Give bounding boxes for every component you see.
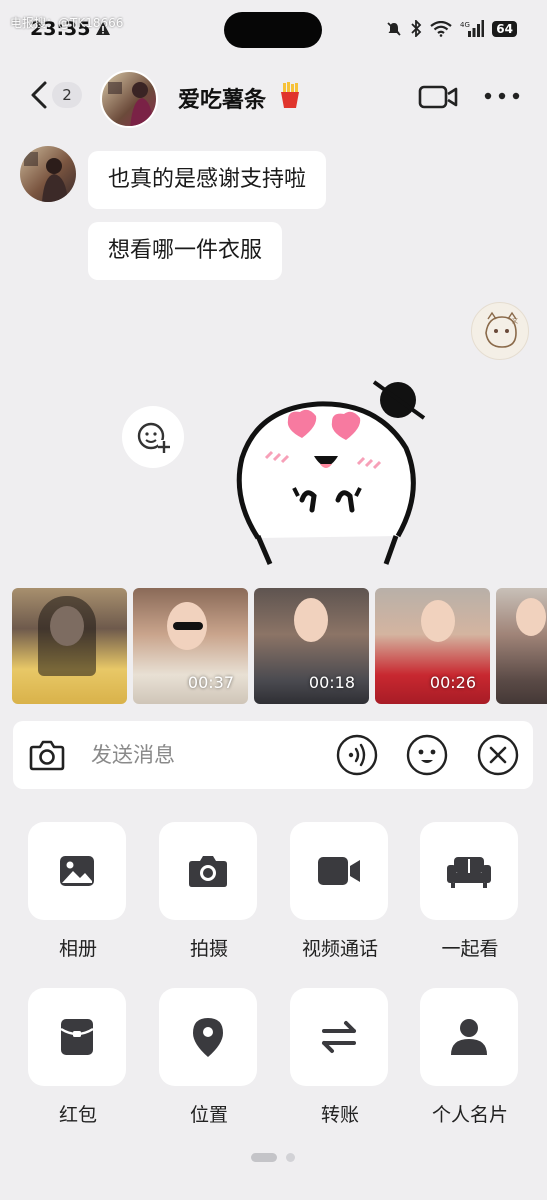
warning-icon: [96, 22, 110, 35]
video-thumbnail[interactable]: [12, 588, 127, 704]
panel-tile[interactable]: [159, 988, 257, 1086]
panel-item-video-call[interactable]: 视频通话: [290, 822, 390, 961]
photo-album-icon: [60, 856, 94, 886]
chat-header: 2 爱吃薯条: [0, 66, 547, 128]
back-arrow-icon[interactable]: [28, 80, 50, 110]
unread-count-badge[interactable]: 2: [52, 82, 82, 108]
cellular-signal-icon: 4G: [460, 20, 485, 37]
person-card-icon: [451, 1019, 487, 1055]
panel-tile[interactable]: [28, 988, 126, 1086]
panel-tile[interactable]: [28, 822, 126, 920]
message-input[interactable]: [91, 733, 321, 777]
panel-tile[interactable]: [159, 822, 257, 920]
sofa-icon: [447, 857, 491, 888]
panel-label: 相册: [58, 938, 97, 960]
status-icons: 4G 64: [386, 20, 517, 37]
panel-label: 拍摄: [189, 938, 228, 960]
panel-label: 红包: [58, 1104, 97, 1126]
message-sender-avatar[interactable]: [20, 146, 76, 202]
page-indicator-active[interactable]: [251, 1153, 277, 1162]
page-indicator-dot[interactable]: [286, 1153, 295, 1162]
transfer-icon: [322, 1021, 356, 1053]
panel-item-contact-card[interactable]: 个人名片: [420, 988, 520, 1127]
panel-item-location[interactable]: 位置: [159, 988, 259, 1127]
fries-icon: [281, 82, 299, 108]
video-thumbnail[interactable]: [496, 588, 547, 704]
panel-tile[interactable]: [420, 822, 518, 920]
message-bubble[interactable]: 也真的是感谢支持啦: [88, 151, 327, 209]
mute-bell-icon: [387, 21, 401, 36]
dynamic-island: [224, 12, 322, 48]
panel-tile[interactable]: [420, 988, 518, 1086]
contact-avatar[interactable]: [100, 70, 158, 128]
message-bubble[interactable]: 想看哪一件衣服: [88, 222, 283, 280]
panel-item-album[interactable]: 相册: [28, 822, 128, 961]
emoji-icon[interactable]: [405, 733, 449, 777]
video-thumbnail[interactable]: 00:26: [375, 588, 490, 704]
add-sticker-icon: [137, 422, 170, 453]
panel-tile[interactable]: [290, 822, 388, 920]
video-call-icon: [318, 857, 360, 885]
more-options-icon[interactable]: [484, 92, 520, 100]
red-packet-icon: [60, 1019, 94, 1055]
panel-item-watch-together[interactable]: 一起看: [420, 822, 520, 961]
location-pin-icon: [193, 1018, 223, 1057]
panel-label: 个人名片: [431, 1104, 508, 1126]
video-thumbnail[interactable]: 00:37: [133, 588, 248, 704]
bluetooth-icon: [411, 20, 422, 37]
panel-tile[interactable]: [290, 988, 388, 1086]
camera-icon[interactable]: [27, 735, 67, 775]
camera-icon: [189, 856, 227, 887]
panel-label: 视频通话: [301, 938, 378, 960]
panel-page-indicator: [251, 1153, 295, 1162]
video-duration: 00:18: [308, 673, 355, 692]
network-type-label: 4G: [460, 21, 470, 29]
svg-text:文: 文: [512, 317, 518, 325]
panel-label: 转账: [320, 1104, 359, 1126]
wifi-icon: [430, 20, 452, 37]
heart-eyes-sticker[interactable]: [228, 378, 438, 570]
video-duration: 00:37: [187, 673, 234, 692]
panel-item-transfer[interactable]: 转账: [290, 988, 390, 1127]
panel-label: 一起看: [441, 938, 499, 960]
panel-item-camera[interactable]: 拍摄: [159, 822, 259, 961]
add-sticker-button[interactable]: [122, 406, 184, 468]
sticker-suggestion-strip: 00:37 00:18 00:26: [12, 588, 547, 704]
panel-label: 位置: [189, 1104, 228, 1126]
voice-input-icon[interactable]: [335, 733, 379, 777]
battery-level: 64: [492, 20, 517, 37]
close-panel-icon[interactable]: [476, 733, 520, 777]
my-avatar[interactable]: 文: [471, 302, 529, 360]
status-bar: 23:35 电报搜：@TK18666 4G 64: [0, 0, 547, 60]
video-duration: 00:26: [429, 673, 476, 692]
video-call-icon[interactable]: [418, 84, 458, 110]
panel-item-red-packet[interactable]: 红包: [28, 988, 128, 1127]
contact-name[interactable]: 爱吃薯条: [178, 82, 266, 114]
video-thumbnail[interactable]: 00:18: [254, 588, 369, 704]
message-input-bar: [13, 721, 533, 789]
